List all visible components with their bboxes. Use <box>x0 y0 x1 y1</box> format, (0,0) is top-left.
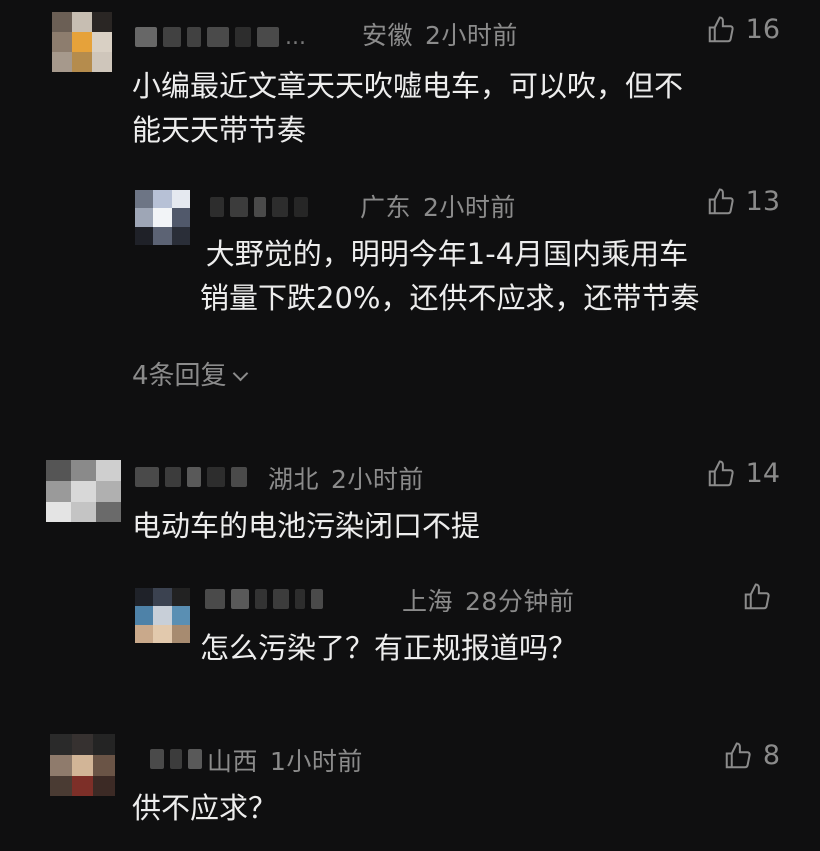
username-ellipsis: ... <box>285 24 306 50</box>
reply-text: 怎么污染了？有正规报道吗？ <box>200 626 577 670</box>
avatar[interactable] <box>46 460 121 522</box>
comment-text: 供不应求？ <box>132 786 277 830</box>
like-count: 16 <box>745 14 780 45</box>
reply-timestamp: 2小时前 <box>423 193 516 222</box>
like-button[interactable]: 8 <box>723 740 780 771</box>
reply-like-count: 13 <box>745 186 780 217</box>
thumbs-up-icon <box>708 187 734 214</box>
like-button[interactable]: 14 <box>706 458 780 489</box>
reply-text-line: 销量下跌20%，还供不应求，还带节奏 <box>200 281 700 315</box>
like-count: 8 <box>762 740 780 771</box>
comment-text-line: 小编最近文章天天吹嘘电车，可以吹，但不 <box>132 69 684 103</box>
more-replies-label: 4条回复 <box>132 361 227 391</box>
username-blurred[interactable] <box>135 466 247 488</box>
thumbs-up-icon <box>708 459 734 486</box>
reply-avatar[interactable] <box>135 588 190 643</box>
timestamp: 2小时前 <box>331 465 424 494</box>
avatar[interactable] <box>52 12 112 72</box>
like-count: 14 <box>745 458 780 489</box>
reply-text-line: 怎么污染了？有正规报道吗？ <box>200 631 578 665</box>
reply-location: 广东 <box>360 193 412 222</box>
comment-3: 山西 1小时前 8 供不应求？ <box>0 720 820 851</box>
reply-username-blurred[interactable] <box>205 588 323 610</box>
username-blurred[interactable] <box>150 748 202 770</box>
thumbs-up-icon <box>744 583 770 610</box>
chevron-down-icon <box>232 365 248 382</box>
comment-text-line: 能天天带节奏 <box>132 113 307 147</box>
reply-meta: 广东 2小时前 <box>360 188 516 224</box>
reply-text-line: 大野觉的，明明今年1-4月国内乘用车 <box>200 237 689 271</box>
timestamp: 2小时前 <box>425 21 518 50</box>
like-button[interactable]: 16 <box>706 14 780 45</box>
location: 安徽 <box>362 21 414 50</box>
reply-avatar[interactable] <box>135 190 190 245</box>
comment-meta: 安徽 2小时前 <box>362 16 518 52</box>
location: 湖北 <box>268 465 320 494</box>
comment-1: ... 安徽 2小时前 16 小编最近文章天天吹嘘电车，可以吹，但不 能天天带节奏… <box>0 0 820 400</box>
comment-meta: 湖北 2小时前 <box>268 460 424 496</box>
reply-text: 大野觉的，明明今年1-4月国内乘用车 销量下跌20%，还供不应求，还带节奏 <box>200 232 699 320</box>
reply-timestamp: 28分钟前 <box>465 587 575 616</box>
avatar[interactable] <box>50 734 115 796</box>
username-blurred[interactable]: ... <box>135 24 306 50</box>
timestamp: 1小时前 <box>270 747 363 776</box>
comment-text-line: 电动车的电池污染闭口不提 <box>132 509 481 543</box>
location: 山西 <box>207 747 259 776</box>
reply-username-blurred[interactable] <box>210 196 308 218</box>
view-more-replies[interactable]: 4条回复 <box>132 355 248 392</box>
comment-text-line: 供不应求？ <box>132 791 278 825</box>
comment-text: 小编最近文章天天吹嘘电车，可以吹，但不 能天天带节奏 <box>132 64 683 152</box>
comment-2: 湖北 2小时前 14 电动车的电池污染闭口不提 上海 28分钟前 怎么污染了？有正规… <box>0 440 820 700</box>
reply-location: 上海 <box>402 587 454 616</box>
comment-text: 电动车的电池污染闭口不提 <box>132 504 480 548</box>
thumbs-up-icon <box>725 741 751 768</box>
reply-like-button[interactable]: 13 <box>706 186 780 217</box>
comment-meta: 山西 1小时前 <box>207 742 363 778</box>
reply-like-button[interactable] <box>742 582 772 612</box>
thumbs-up-icon <box>708 15 734 42</box>
reply-meta: 上海 28分钟前 <box>402 582 574 618</box>
